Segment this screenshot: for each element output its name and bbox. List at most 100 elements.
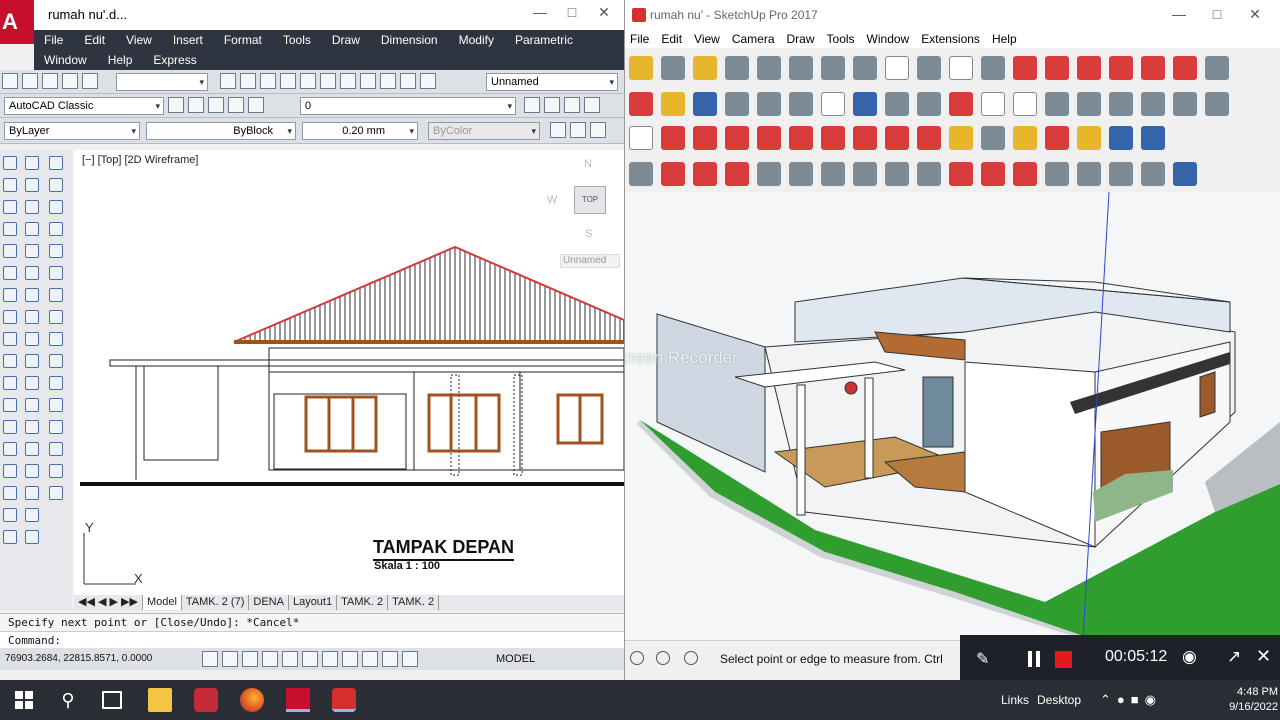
protractor-icon[interactable] xyxy=(693,56,717,80)
zoom-extents-icon[interactable] xyxy=(260,73,276,89)
maximize-icon[interactable]: □ xyxy=(1198,6,1236,22)
dim-linear-icon[interactable] xyxy=(25,156,39,170)
stop-icon[interactable] xyxy=(1055,651,1072,668)
revcloud-tool-icon[interactable] xyxy=(3,310,17,324)
front-view-icon[interactable] xyxy=(885,56,909,80)
fillet-icon[interactable] xyxy=(49,464,63,478)
print-icon[interactable] xyxy=(917,92,941,116)
windows-start-icon[interactable] xyxy=(12,688,36,712)
dim-space-icon[interactable] xyxy=(25,398,39,412)
extend-icon[interactable] xyxy=(49,376,63,390)
orbit-icon[interactable] xyxy=(1045,126,1069,150)
menu-insert[interactable]: Insert xyxy=(173,33,203,47)
scale-icon[interactable] xyxy=(1141,56,1165,80)
layer-combo[interactable]: 0 ▾ xyxy=(300,97,516,115)
maximize-icon[interactable]: □ xyxy=(556,4,588,20)
scale-2-icon[interactable] xyxy=(917,126,941,150)
close-icon[interactable]: ✕ xyxy=(588,4,620,21)
left-view-icon[interactable] xyxy=(981,56,1005,80)
pushpull-2-icon[interactable] xyxy=(789,126,813,150)
tab-layout1[interactable]: Layout1 xyxy=(289,595,338,610)
layer-prev-icon[interactable] xyxy=(524,97,540,113)
polygon-tool-icon[interactable] xyxy=(3,222,17,236)
dim-diameter-icon[interactable] xyxy=(25,288,39,302)
otrack-toggle-icon[interactable] xyxy=(302,651,318,667)
tab-model[interactable]: Model xyxy=(142,595,182,610)
axes-icon[interactable] xyxy=(757,56,781,80)
undo-icon[interactable] xyxy=(853,92,877,116)
save-icon[interactable] xyxy=(42,73,58,89)
model-space-button[interactable]: MODEL xyxy=(496,648,535,670)
dim-radius-icon[interactable] xyxy=(25,244,39,258)
align-icon[interactable] xyxy=(420,73,436,89)
tab-dena[interactable]: DENA xyxy=(249,595,289,610)
su-menu-camera[interactable]: Camera xyxy=(732,32,775,46)
redo-icon[interactable] xyxy=(885,92,909,116)
rotate-2-icon[interactable] xyxy=(885,126,909,150)
join-icon[interactable] xyxy=(49,420,63,434)
rotate-icon[interactable] xyxy=(49,288,63,302)
zoom-icon[interactable] xyxy=(220,73,236,89)
new-model-icon[interactable] xyxy=(629,92,653,116)
insert-block-icon[interactable] xyxy=(3,376,17,390)
dim-aligned-icon[interactable] xyxy=(25,178,39,192)
autocad-logo-icon[interactable]: A xyxy=(0,0,34,44)
qp-toggle-icon[interactable] xyxy=(402,651,418,667)
top-view-icon[interactable] xyxy=(853,56,877,80)
3d-text-icon[interactable] xyxy=(789,56,813,80)
pushpull-icon[interactable] xyxy=(1045,56,1069,80)
scale-icon[interactable] xyxy=(49,310,63,324)
followme-icon[interactable] xyxy=(1109,56,1133,80)
solid-union-icon[interactable] xyxy=(885,162,909,186)
offset-icon[interactable] xyxy=(49,222,63,236)
dim-break-icon[interactable] xyxy=(25,420,39,434)
sketchup-taskbar-icon[interactable] xyxy=(332,688,356,712)
select-arrow-icon[interactable] xyxy=(629,126,653,150)
pause-icon[interactable] xyxy=(1026,651,1042,667)
links-toolbar[interactable]: Links xyxy=(1001,693,1029,707)
lwt-toggle-icon[interactable] xyxy=(362,651,378,667)
layer-off-icon[interactable] xyxy=(584,97,600,113)
menu-file[interactable]: File xyxy=(44,33,63,47)
taskbar-clock[interactable]: 4:48 PM 9/16/2022 xyxy=(1212,685,1278,715)
text-2-icon[interactable] xyxy=(981,126,1005,150)
su-menu-draw[interactable]: Draw xyxy=(787,32,815,46)
tolerance-icon[interactable] xyxy=(25,442,39,456)
su-menu-tools[interactable]: Tools xyxy=(827,32,855,46)
recorder-app-icon[interactable] xyxy=(194,688,218,712)
desktop-toolbar[interactable]: Desktop xyxy=(1037,693,1081,707)
osnap-toggle-icon[interactable] xyxy=(282,651,298,667)
search-icon[interactable]: ⚲ xyxy=(56,688,80,712)
stamp-icon[interactable] xyxy=(725,162,749,186)
rectangle-tool-icon[interactable] xyxy=(3,244,17,258)
wall-plugin-icon[interactable] xyxy=(981,162,1005,186)
tpy-toggle-icon[interactable] xyxy=(382,651,398,667)
iso-view-icon[interactable] xyxy=(821,56,845,80)
layer-state-icon[interactable] xyxy=(208,97,224,113)
add-detail-icon[interactable] xyxy=(789,162,813,186)
blank-combo[interactable]: ▾ xyxy=(116,73,208,91)
minimize-icon[interactable]: — xyxy=(524,4,556,20)
monochrome-icon[interactable] xyxy=(1141,92,1165,116)
user-icon[interactable] xyxy=(684,651,698,665)
tab-nav-arrows[interactable]: ◀◀ ◀ ▶ ▶▶ xyxy=(74,595,143,610)
line-tool-icon[interactable] xyxy=(3,156,17,170)
open-folder-icon[interactable] xyxy=(550,122,566,138)
workspace-combo[interactable]: AutoCAD Classic ▾ xyxy=(4,97,164,115)
offset-icon[interactable] xyxy=(1173,56,1197,80)
stretch-icon[interactable] xyxy=(49,332,63,346)
close-icon[interactable]: ✕ xyxy=(1236,6,1274,23)
menu-window[interactable]: Window xyxy=(44,53,87,67)
polar-toggle-icon[interactable] xyxy=(262,651,278,667)
print-icon[interactable] xyxy=(62,73,78,89)
mirror-icon[interactable] xyxy=(49,200,63,214)
su-menu-window[interactable]: Window xyxy=(867,32,910,46)
expand-icon[interactable]: ↗ xyxy=(1227,647,1241,667)
quick-dim-icon[interactable] xyxy=(25,332,39,346)
text-icon[interactable] xyxy=(725,56,749,80)
su-menu-extensions[interactable]: Extensions xyxy=(921,32,980,46)
move-icon[interactable] xyxy=(1013,56,1037,80)
save-model-icon[interactable] xyxy=(693,92,717,116)
dimension-icon[interactable] xyxy=(661,56,685,80)
arc-tool-icon[interactable] xyxy=(3,266,17,280)
